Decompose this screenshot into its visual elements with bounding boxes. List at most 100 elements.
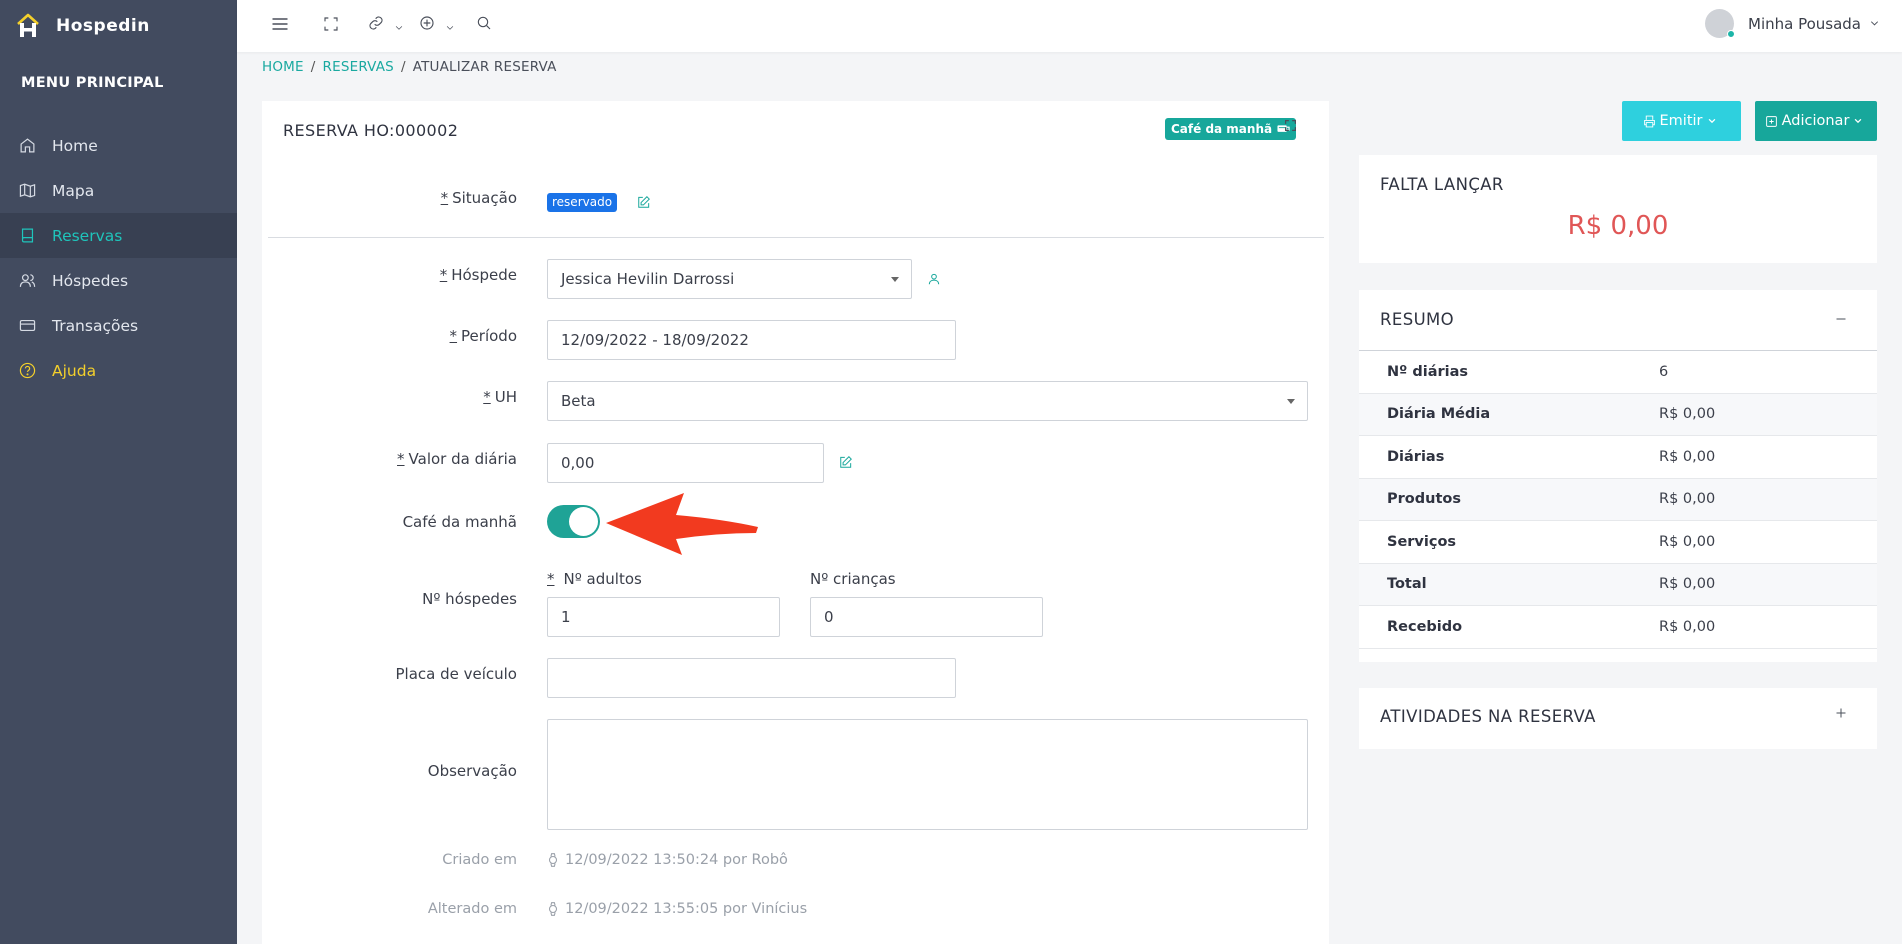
resumo-title: RESUMO (1380, 310, 1455, 329)
user-name: Minha Pousada (1748, 14, 1861, 33)
hospede-label: * Hóspede (439, 266, 517, 284)
children-input[interactable]: 0 (810, 597, 1043, 637)
sidebar-item-label: Home (52, 136, 98, 155)
resumo-panel: RESUMO Nº diárias 6 Diária Média R$ 0,00 D… (1359, 290, 1877, 662)
plus-square-icon (1765, 115, 1777, 127)
menu-section-title: MENU PRINCIPAL (21, 75, 164, 91)
watch-icon (548, 853, 558, 867)
users-icon (19, 274, 36, 287)
edit-rate-icon[interactable] (839, 455, 853, 473)
emit-button[interactable]: Emitir (1622, 101, 1741, 141)
alterado-label: Alterado em (427, 901, 517, 917)
falta-lancar-title: FALTA LANÇAR (1380, 175, 1504, 194)
guest-select[interactable]: Jessica Hevilin Darrossi (547, 259, 912, 299)
divider (268, 237, 1324, 238)
chevron-down-icon (1870, 21, 1879, 26)
breadcrumb: HOME / RESERVAS / ATUALIZAR RESERVA (262, 59, 557, 75)
fullscreen-icon[interactable] (323, 16, 339, 36)
falta-lancar-value: R$ 0,00 (1567, 211, 1669, 241)
caret-down-icon (1287, 399, 1295, 404)
observation-textarea[interactable] (547, 719, 1308, 830)
hospedes-label: Nº hóspedes (422, 590, 517, 608)
criado-label: Criado em (442, 852, 517, 868)
topbar: Minha Pousada (237, 0, 1902, 52)
created-info: 12/09/2022 13:50:24 por Robô (547, 852, 788, 868)
atividades-title: ATIVIDADES NA RESERVA (1380, 707, 1596, 726)
plus-icon[interactable] (1835, 705, 1847, 723)
sidebar-item-reservas[interactable]: Reservas (0, 213, 237, 258)
reservation-card: RESERVA HO:000002 Café da manhã * Situaçã… (262, 101, 1329, 944)
home-icon (20, 138, 35, 153)
sidebar-item-label: Transações (52, 316, 139, 335)
observacao-label: Observação (427, 762, 517, 780)
situacao-label: * Situação (440, 189, 517, 207)
atividades-panel: ATIVIDADES NA RESERVA (1359, 688, 1877, 749)
page-title: RESERVA HO:000002 (283, 121, 459, 140)
status-badge: reservado (547, 193, 618, 212)
cafe-label: Café da manhã (402, 513, 517, 531)
breakfast-toggle[interactable] (547, 505, 600, 538)
table-row: Produtos R$ 0,00 (1359, 478, 1877, 521)
resumo-table: Nº diárias 6 Diária Média R$ 0,00 Diárias R… (1359, 350, 1877, 649)
sidebar-item-label: Ajuda (52, 361, 97, 380)
breadcrumb-home[interactable]: HOME (262, 59, 304, 75)
printer-icon (1643, 115, 1655, 127)
chevron-down-icon[interactable] (445, 19, 455, 37)
hospedin-logo-icon (17, 13, 39, 37)
table-row: Nº diárias 6 (1359, 351, 1877, 394)
sidebar-item-label: Hóspedes (52, 271, 129, 290)
table-row: Serviços R$ 0,00 (1359, 521, 1877, 564)
period-input[interactable]: 12/09/2022 - 18/09/2022 (547, 320, 956, 360)
link-icon[interactable] (368, 15, 384, 35)
add-button[interactable]: Adicionar (1755, 101, 1877, 141)
user-menu[interactable]: Minha Pousada (1705, 9, 1880, 38)
sidebar-item-transacoes[interactable]: Transações (0, 303, 237, 348)
map-icon (19, 183, 36, 198)
periodo-label: * Período (449, 327, 517, 345)
adultos-label: * Nº adultos (547, 570, 642, 588)
sidebar-item-mapa[interactable]: Mapa (0, 168, 237, 213)
chevron-down-icon (1855, 118, 1862, 124)
sidebar-item-ajuda[interactable]: Ajuda (0, 348, 237, 393)
chevron-down-icon (1708, 118, 1715, 124)
uh-select[interactable]: Beta (547, 381, 1308, 421)
breakfast-badge: Café da manhã (1165, 118, 1297, 140)
brand[interactable]: Hospedin (0, 0, 237, 52)
table-row: Diária Média R$ 0,00 (1359, 393, 1877, 436)
sidebar-item-home[interactable]: Home (0, 123, 237, 168)
avatar (1705, 9, 1735, 38)
placa-label: Placa de veículo (395, 665, 517, 683)
minus-icon[interactable] (1835, 311, 1847, 329)
book-icon (21, 228, 34, 243)
expand-icon[interactable] (1284, 118, 1297, 136)
uh-label: * UH (483, 388, 517, 406)
plus-circle-icon[interactable] (419, 15, 435, 35)
edit-status-icon[interactable] (637, 195, 651, 213)
chevron-down-icon[interactable] (394, 19, 404, 37)
user-icon[interactable] (927, 272, 941, 290)
credit-card-icon (19, 319, 36, 332)
breadcrumb-current: ATUALIZAR RESERVA (412, 59, 557, 75)
help-circle-icon (19, 362, 36, 379)
breadcrumb-reservas[interactable]: RESERVAS (323, 59, 394, 75)
watch-icon (548, 902, 558, 916)
daily-rate-input[interactable]: 0,00 (547, 443, 824, 483)
table-row: Diárias R$ 0,00 (1359, 436, 1877, 479)
hamburger-menu-icon[interactable] (270, 14, 290, 38)
red-arrow-annotation (606, 493, 758, 555)
adults-input[interactable]: 1 (547, 597, 780, 637)
vehicle-plate-input[interactable] (547, 658, 956, 698)
criancas-label: Nº crianças (810, 570, 896, 588)
sidebar-item-label: Mapa (52, 181, 95, 200)
valor-label: * Valor da diária (397, 450, 517, 468)
falta-lancar-panel: FALTA LANÇAR R$ 0,00 (1359, 155, 1877, 263)
caret-down-icon (891, 277, 899, 282)
table-row: Recebido R$ 0,00 (1359, 606, 1877, 649)
search-icon[interactable] (476, 15, 492, 35)
table-row: Total R$ 0,00 (1359, 563, 1877, 606)
sidebar-item-hospedes[interactable]: Hóspedes (0, 258, 237, 303)
brand-name: Hospedin (56, 16, 150, 36)
updated-info: 12/09/2022 13:55:05 por Vinícius (547, 901, 807, 917)
online-status-dot (1727, 30, 1735, 38)
sidebar-item-label: Reservas (52, 226, 123, 245)
